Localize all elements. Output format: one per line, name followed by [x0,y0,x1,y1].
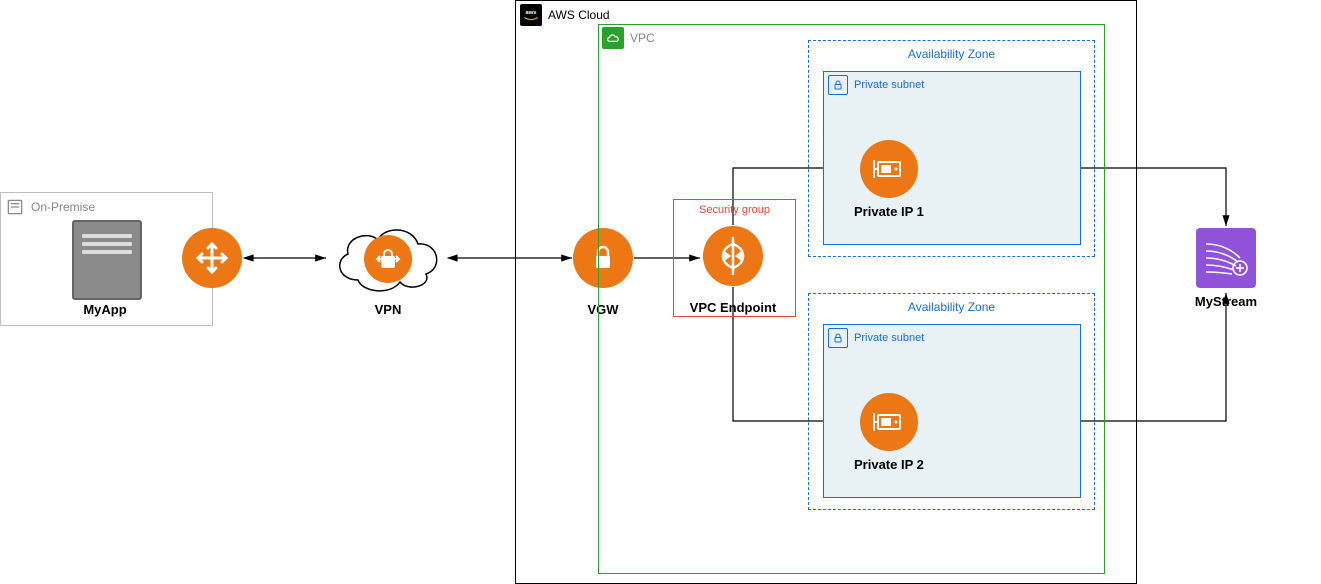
lock-icon [828,75,848,95]
availability-zone-1: Availability Zone Private subnet Private… [808,40,1095,257]
az2-label: Availability Zone [809,294,1094,314]
eni1-label: Private IP 1 [844,204,964,219]
eni2-label: Private IP 2 [844,457,964,472]
svg-text:aws: aws [525,10,536,16]
availability-zone-2: Availability Zone Private subnet Private… [808,293,1095,510]
eni-1-icon [860,140,918,198]
private-subnet-2: Private subnet Private IP 2 [823,324,1081,498]
kinesis-stream-icon [1196,228,1256,288]
myapp-server-icon [72,220,142,300]
on-premise-label: On-Premise [31,200,95,214]
aws-cloud-label: AWS Cloud [548,8,610,22]
subnet1-label: Private subnet [854,79,924,91]
myapp-label: MyApp [60,302,150,317]
vpc-endpoint-label: VPC Endpoint [683,300,783,315]
kinesis-label: MyStream [1186,294,1266,309]
vpc-label: VPC [630,31,655,45]
vpn-cloud [328,220,448,298]
aws-logo-icon: aws [520,4,542,26]
vpn-label: VPN [348,302,428,317]
vpn-icon [364,235,412,283]
security-group-label: Security group [674,200,795,216]
private-subnet-1: Private subnet Private IP 1 [823,71,1081,245]
vpc-cloud-icon [602,27,624,49]
lock-icon [828,328,848,348]
subnet2-label: Private subnet [854,332,924,344]
az1-label: Availability Zone [809,41,1094,61]
vpc-endpoint-icon [703,226,763,286]
eni-2-icon [860,393,918,451]
customer-gateway-icon [182,228,242,288]
server-group-icon [5,197,25,217]
